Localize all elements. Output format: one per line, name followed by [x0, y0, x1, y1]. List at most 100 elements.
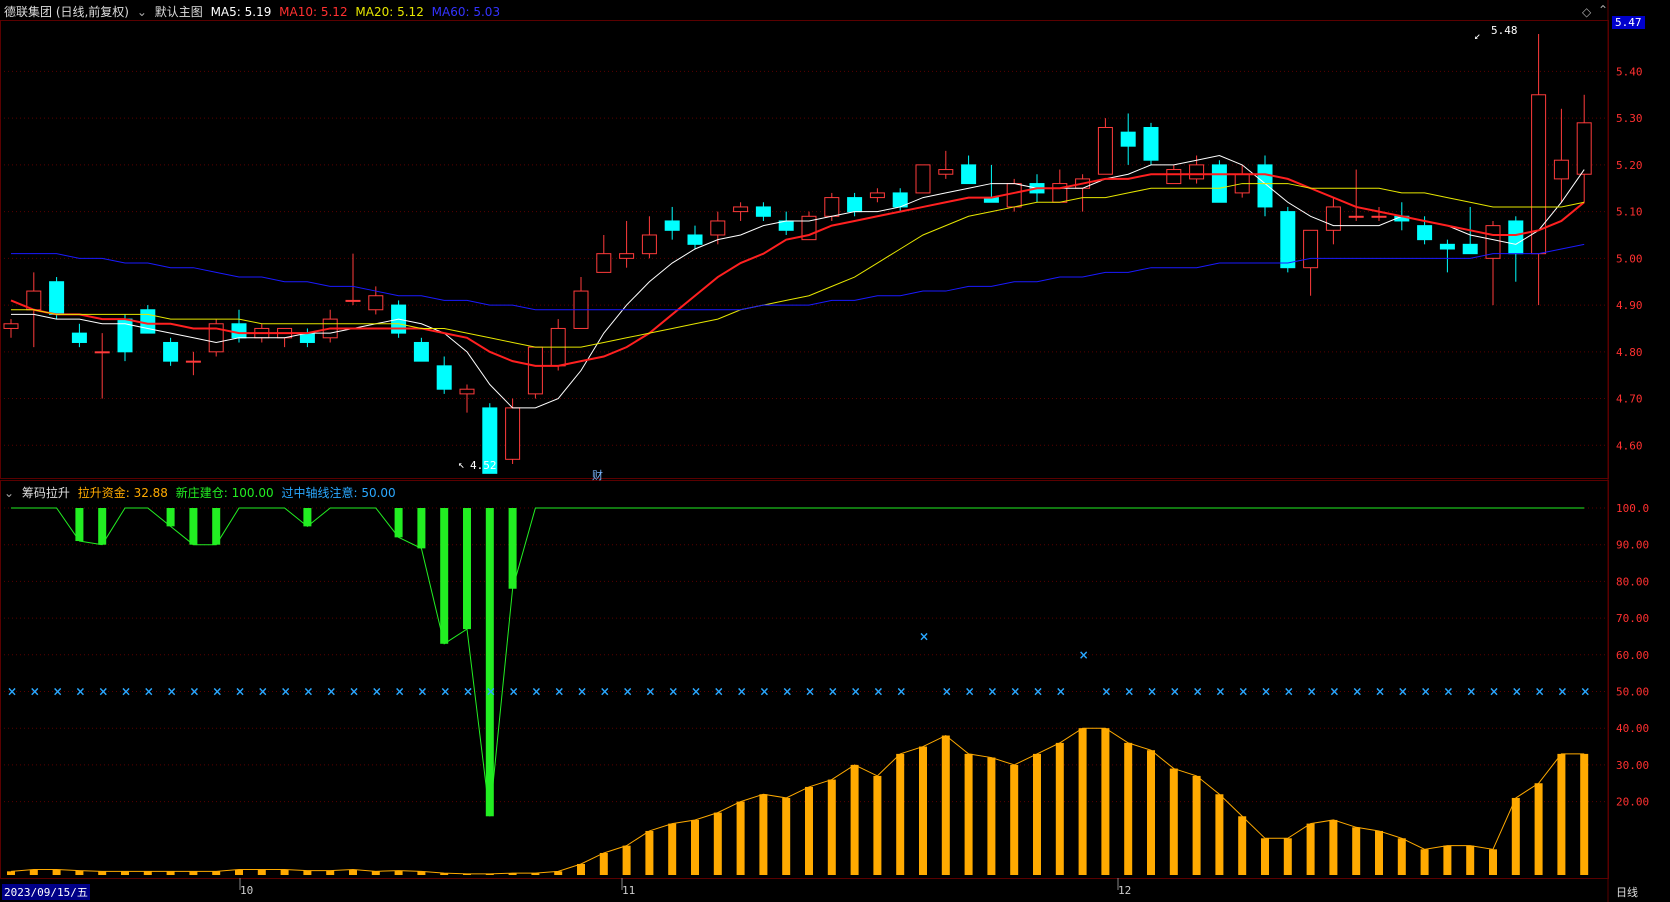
cross-marker: ×	[1398, 685, 1408, 699]
candle-body	[1417, 225, 1433, 241]
candle-body	[733, 206, 749, 213]
cross-marker: ×	[1101, 685, 1111, 699]
candle-body	[459, 388, 475, 395]
cross-marker: ×	[395, 685, 405, 699]
stock-name[interactable]: 德联集团 (日线,前复权)	[4, 5, 129, 19]
orange-bar	[52, 869, 61, 875]
orange-bar	[257, 869, 266, 875]
chevron-down-icon[interactable]: ⌄	[4, 486, 14, 500]
orange-bar	[394, 870, 403, 875]
cross-marker: ×	[7, 685, 17, 699]
candle-body	[163, 341, 179, 362]
candlesticks[interactable]	[3, 34, 1592, 474]
candle-body	[436, 365, 452, 390]
green-bar	[394, 508, 403, 538]
price-tick-label: 5.40	[1616, 65, 1643, 78]
cross-marker: ×	[1489, 685, 1499, 699]
orange-bar	[1283, 838, 1292, 875]
orange-bar	[1397, 838, 1406, 875]
cross-marker: ×	[1421, 685, 1431, 699]
orange-bar	[1580, 753, 1589, 875]
finance-event-marker[interactable]: 财	[592, 467, 603, 483]
candle-body	[3, 323, 19, 329]
price-tick-label: 5.00	[1616, 252, 1643, 265]
indicator-tick-label: 50.00	[1616, 686, 1649, 699]
orange-bar	[280, 869, 289, 875]
cross-marker: ×	[873, 685, 883, 699]
cross-marker: ×	[258, 685, 268, 699]
cross-marker: ×	[417, 685, 427, 699]
indicator-field-1: 拉升资金: 32.88	[77, 486, 168, 500]
orange-bar	[599, 852, 608, 875]
candle-body	[1006, 183, 1022, 208]
axes: 5.40 5.30 5.20 5.10 5.00 4.90 4.80 4.70 4.60 100.…	[1616, 65, 1649, 808]
cross-marker: ×	[1124, 685, 1134, 699]
ma20-line	[11, 183, 1585, 348]
candle-body	[1325, 206, 1341, 231]
candle-body	[1257, 164, 1273, 208]
orange-bar	[645, 830, 654, 875]
cross-marker: ×	[714, 685, 724, 699]
cross-marker: ×	[1557, 685, 1567, 699]
price-tick-label: 4.70	[1616, 393, 1643, 406]
cross-marker: ×	[965, 685, 975, 699]
cross-marker: ×	[1079, 648, 1089, 662]
ma5-label: MA5: 5.19	[210, 5, 272, 19]
indicator-tick-label: 90.00	[1616, 539, 1649, 552]
cross-marker: ×	[1284, 685, 1294, 699]
cross-marker: ×	[987, 685, 997, 699]
cross-marker: ×	[577, 685, 587, 699]
orange-bar	[1306, 823, 1315, 875]
indicator-tick-label: 70.00	[1616, 612, 1649, 625]
indicator-tick-label: 60.00	[1616, 649, 1649, 662]
green-bar	[417, 508, 426, 549]
cross-marker: ×	[121, 685, 131, 699]
cross-marker: ×	[623, 685, 633, 699]
orange-bar	[1010, 764, 1019, 875]
price-tick-label: 4.90	[1616, 299, 1643, 312]
indicator-bars: × × × × × × × × × × × × × × × × × × × × × × × × × × × × × × × × × × × × × × × ×…	[7, 507, 1590, 875]
settings-diamond-icon[interactable]: ◇	[1582, 4, 1591, 20]
candle-body	[915, 164, 931, 194]
orange-bar	[1192, 775, 1201, 875]
caret-icon[interactable]: ⌃	[1598, 2, 1608, 18]
month-label-oct: 10	[240, 884, 254, 897]
current-price-tag: 5.47	[1612, 16, 1645, 29]
cross-marker: ×	[1056, 685, 1066, 699]
cross-marker: ×	[1170, 685, 1180, 699]
orange-bar	[554, 871, 563, 875]
orange-bar	[417, 871, 426, 875]
candle-body	[1462, 243, 1478, 255]
orange-bar	[371, 871, 380, 875]
orange-bar	[1147, 750, 1155, 875]
orange-bar	[1511, 797, 1520, 875]
moving-average-lines	[10, 155, 1585, 409]
orange-bar	[1215, 794, 1224, 875]
green-bar	[303, 508, 312, 527]
cross-marker: ×	[919, 629, 929, 643]
period-label[interactable]: 日线	[1616, 884, 1638, 900]
cross-marker: ×	[554, 685, 564, 699]
cross-marker: ×	[1033, 685, 1043, 699]
main-chart-header: 德联集团 (日线,前复权) ⌄ 默认主图 MA5: 5.19 MA10: 5.1…	[4, 4, 504, 20]
candle-body	[413, 341, 429, 362]
candle-body	[1189, 164, 1205, 180]
grid-lines	[0, 0, 1609, 902]
orange-bar	[463, 873, 471, 875]
low-price-label: 4.52	[470, 459, 497, 472]
candle-body	[1166, 169, 1182, 185]
cross-marker: ×	[1443, 685, 1453, 699]
main-chart-label[interactable]: 默认主图	[155, 5, 203, 19]
chevron-down-icon[interactable]: ⌄	[137, 5, 147, 19]
candle-body	[1280, 211, 1296, 269]
high-arrow-icon: ↙	[1474, 29, 1481, 42]
price-tick-label: 5.20	[1616, 159, 1643, 172]
orange-bar	[668, 823, 677, 875]
orange-bar	[691, 819, 699, 875]
candle-body	[71, 332, 87, 343]
orange-bar	[941, 735, 950, 875]
stock-chart[interactable]: × × × × × × × × × × × × × × × × × × × × × × × × × × × × × × × × × × × × × × × ×…	[0, 0, 1670, 902]
indicator-name[interactable]: 筹码拉升	[22, 486, 70, 500]
candle-body	[1576, 122, 1592, 175]
orange-bar	[1466, 845, 1475, 875]
